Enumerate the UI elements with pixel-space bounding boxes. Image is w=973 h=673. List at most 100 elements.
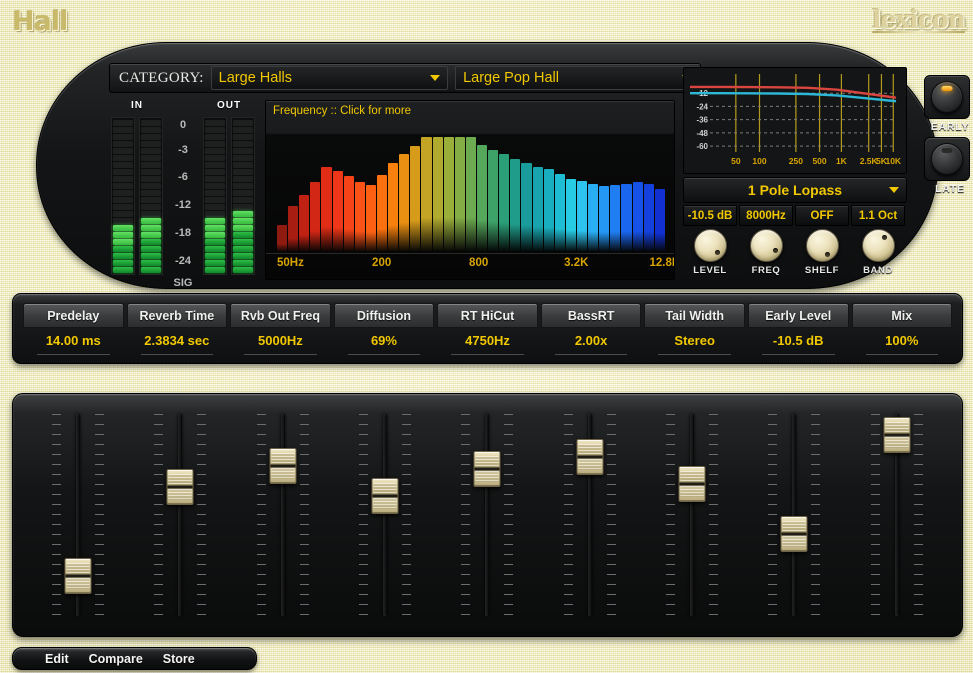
diffusion-fader-handle[interactable]: [372, 478, 399, 514]
parameter-label-button[interactable]: Rvb Out Freq: [230, 303, 331, 328]
top-panel-inner: CATEGORY: Large Halls Large Pop Hall IN …: [71, 55, 903, 277]
parameter-value-field[interactable]: 5000Hz: [230, 328, 331, 352]
parameter-value-field[interactable]: -10.5 dB: [748, 328, 849, 352]
knob-freq[interactable]: [750, 229, 783, 262]
meter-segment: [233, 225, 253, 231]
fader-tick: [709, 544, 718, 545]
rt-hicut-fader-track[interactable]: [485, 414, 489, 616]
filter-type-dropdown[interactable]: 1 Pole Lopass: [683, 177, 907, 203]
fader-tick: [300, 504, 309, 505]
eq-x-label: 1K: [836, 156, 848, 166]
fader-tick: [914, 554, 923, 555]
rvb-out-freq-fader-track[interactable]: [281, 414, 285, 616]
meter-segment: [113, 148, 133, 154]
fader-tick: [359, 544, 368, 545]
meter-segment: [113, 246, 133, 252]
meter-segment: [141, 232, 161, 238]
early-led-icon: [942, 86, 953, 91]
spectrum-bar: [310, 182, 320, 252]
fader-tick: [564, 444, 573, 445]
fader-tick: [197, 514, 206, 515]
predelay-fader-handle[interactable]: [65, 558, 92, 594]
bassrt-fader-handle[interactable]: [576, 439, 603, 475]
fader-tick: [709, 424, 718, 425]
meter-segment: [141, 120, 161, 126]
parameter-cell[interactable]: Diffusion69%: [334, 303, 435, 355]
meter-in: [111, 117, 163, 275]
tail-width-fader-track[interactable]: [690, 414, 694, 616]
fader-tick: [914, 474, 923, 475]
category-label: CATEGORY:: [110, 70, 211, 87]
meter-segment: [141, 197, 161, 203]
parameter-cell[interactable]: BassRT2.00x: [541, 303, 642, 355]
parameter-value-field[interactable]: 2.00x: [541, 328, 642, 352]
fader-tick: [402, 454, 411, 455]
parameter-cell[interactable]: Mix100%: [852, 303, 953, 355]
parameter-value-field[interactable]: 69%: [334, 328, 435, 352]
fader-tick: [709, 414, 718, 415]
fader-tick: [564, 424, 573, 425]
fader-tick: [607, 444, 616, 445]
fader-tick: [95, 514, 104, 515]
rvb-out-freq-fader-handle[interactable]: [269, 448, 296, 484]
parameter-value-field[interactable]: 100%: [852, 328, 953, 352]
fader-tick-marks: [95, 414, 104, 616]
knob-level[interactable]: [694, 229, 727, 262]
parameter-cell[interactable]: Early Level-10.5 dB: [748, 303, 849, 355]
parameter-label-button[interactable]: Tail Width: [644, 303, 745, 328]
fader-tick: [564, 554, 573, 555]
fader-tick: [359, 494, 368, 495]
fader-tick: [257, 594, 266, 595]
reverb-time-fader-handle[interactable]: [167, 469, 194, 505]
parameter-cell[interactable]: Predelay14.00 ms: [23, 303, 124, 355]
parameter-cell[interactable]: Rvb Out Freq5000Hz: [230, 303, 331, 355]
meter-segment: [113, 218, 133, 224]
preset-dropdown[interactable]: Large Pop Hall: [455, 66, 700, 90]
reverb-time-fader-track[interactable]: [178, 414, 182, 616]
parameter-label-button[interactable]: BassRT: [541, 303, 642, 328]
parameter-value-field[interactable]: 14.00 ms: [23, 328, 124, 352]
parameter-value-field[interactable]: 2.3834 sec: [127, 328, 228, 352]
parameter-value-field[interactable]: Stereo: [644, 328, 745, 352]
spectrum-bar: [566, 179, 576, 252]
fader-tick: [197, 444, 206, 445]
tail-width-fader-column: [641, 406, 743, 624]
parameter-cell[interactable]: RT HiCut4750Hz: [437, 303, 538, 355]
mix-fader-handle[interactable]: [883, 417, 910, 453]
parameter-row: Predelay14.00 msReverb Time2.3834 secRvb…: [23, 303, 952, 355]
fader-tick: [871, 524, 880, 525]
tail-width-fader-handle[interactable]: [679, 466, 706, 502]
parameter-label-button[interactable]: Early Level: [748, 303, 849, 328]
early-level-fader-track[interactable]: [792, 414, 796, 616]
parameter-cell[interactable]: Reverb Time2.3834 sec: [127, 303, 228, 355]
parameter-label-button[interactable]: Predelay: [23, 303, 124, 328]
parameter-label-button[interactable]: Mix: [852, 303, 953, 328]
fader-tick: [607, 414, 616, 415]
parameter-label-button[interactable]: Reverb Time: [127, 303, 228, 328]
fader-tick: [607, 534, 616, 535]
diffusion-fader-track[interactable]: [383, 414, 387, 616]
knob-shelf[interactable]: [806, 229, 839, 262]
fader-tick: [666, 534, 675, 535]
spectrum-display[interactable]: Frequency :: Click for more 50Hz2008003.…: [265, 100, 675, 280]
knob-band[interactable]: [862, 229, 895, 262]
rt-hicut-fader-handle[interactable]: [474, 451, 501, 487]
store-button[interactable]: Store: [153, 652, 205, 666]
category-dropdown[interactable]: Large Halls: [211, 66, 448, 90]
parameter-label-button[interactable]: Diffusion: [334, 303, 435, 328]
parameter-cell[interactable]: Tail WidthStereo: [644, 303, 745, 355]
edit-button[interactable]: Edit: [35, 652, 79, 666]
fader-tick: [257, 574, 266, 575]
spectrum-bar: [355, 182, 365, 252]
rvb-out-freq-fader-column: [232, 406, 334, 624]
early-level-fader-handle[interactable]: [781, 516, 808, 552]
fader-tick: [300, 424, 309, 425]
early-button[interactable]: [924, 75, 970, 119]
parameter-value-field[interactable]: 4750Hz: [437, 328, 538, 352]
parameter-label-button[interactable]: RT HiCut: [437, 303, 538, 328]
compare-button[interactable]: Compare: [79, 652, 153, 666]
late-button[interactable]: [924, 137, 970, 181]
meter-segment: [141, 260, 161, 266]
eq-response-graph[interactable]: -12-24-36-48-60 501002505001K2.5K5K10K: [683, 67, 907, 174]
fader-tick: [811, 584, 820, 585]
